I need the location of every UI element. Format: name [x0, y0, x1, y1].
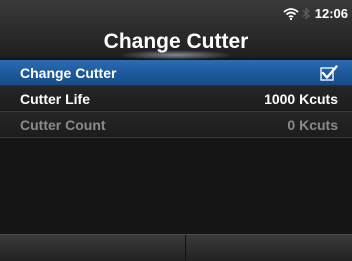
status-area: 12:06: [283, 6, 348, 21]
wifi-icon: [283, 7, 299, 20]
menu-item-cutter-life[interactable]: Cutter Life 1000 Kcuts: [0, 86, 352, 112]
printer-screen: Change Cutter 12:06 Change Cutter Cutter…: [0, 0, 352, 261]
left-softkey[interactable]: [0, 235, 185, 261]
page-title: Change Cutter: [103, 30, 249, 53]
menu-item-value: 0 Kcuts: [287, 116, 338, 133]
menu-item-label: Change Cutter: [20, 64, 117, 81]
menu-item-change-cutter[interactable]: Change Cutter: [0, 60, 352, 86]
right-softkey[interactable]: [186, 235, 352, 261]
menu-item-label: Cutter Life: [20, 90, 90, 107]
menu-item-cutter-count: Cutter Count 0 Kcuts: [0, 112, 352, 138]
softkey-bar: [0, 234, 352, 261]
menu-item-label: Cutter Count: [20, 116, 106, 133]
check-icon: [320, 64, 338, 81]
bluetooth-icon: [302, 7, 310, 20]
menu-item-value: 1000 Kcuts: [264, 90, 338, 107]
clock-time: 12:06: [314, 6, 348, 21]
header-bar: Change Cutter 12:06: [0, 0, 352, 60]
settings-menu: Change Cutter Cutter Life 1000 Kcuts Cut…: [0, 60, 352, 138]
